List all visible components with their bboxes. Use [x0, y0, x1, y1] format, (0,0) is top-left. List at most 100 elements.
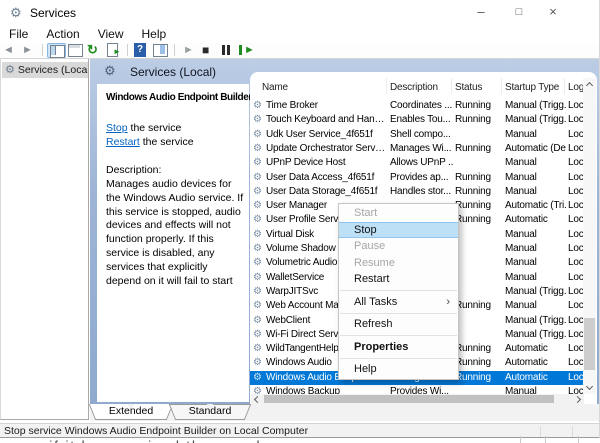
start-service-icon[interactable] — [179, 43, 198, 58]
logon-cell: Loc — [568, 142, 584, 156]
back-icon[interactable] — [0, 43, 19, 58]
vertical-scrollbar[interactable] — [583, 78, 596, 394]
scroll-down-icon[interactable] — [586, 383, 593, 390]
column-header-startup-type[interactable]: Startup Type — [505, 82, 565, 93]
tab-standard[interactable]: Standard — [172, 404, 248, 420]
refresh-icon[interactable] — [85, 43, 104, 58]
menu-bar: FileActionViewHelp — [0, 25, 600, 43]
restart-service-icon[interactable] — [236, 43, 255, 58]
status-cell: Running — [455, 356, 500, 370]
service-gear-icon: ⚙ — [253, 371, 262, 385]
column-divider[interactable] — [564, 78, 565, 94]
context-menu-restart[interactable]: Restart — [339, 271, 458, 288]
pause-service-icon[interactable] — [217, 43, 236, 58]
logon-cell: Loc — [568, 99, 584, 113]
column-header-description[interactable]: Description — [390, 82, 450, 93]
restart-service-line: Restart the service — [106, 136, 194, 148]
show-action-pane-icon[interactable] — [151, 43, 170, 58]
service-gear-icon: ⚙ — [253, 185, 262, 199]
status-bar-divider — [540, 426, 541, 437]
column-divider[interactable] — [501, 78, 502, 94]
context-menu-resume[interactable]: Resume — [339, 255, 458, 272]
service-gear-icon: ⚙ — [253, 342, 262, 356]
status-cell: Running — [455, 185, 500, 199]
startup-cell: Manual (Trigg... — [505, 314, 566, 328]
restart-service-link[interactable]: Restart — [106, 136, 140, 148]
horizontal-scrollbar[interactable] — [251, 394, 584, 404]
close-button[interactable]: × — [538, 2, 568, 22]
logon-cell: Loc — [568, 185, 584, 199]
service-row-update-orchestrator-service[interactable]: ⚙Update Orchestrator ServiceManages Wi..… — [250, 142, 584, 156]
service-row-user-data-storage-4f651f[interactable]: ⚙User Data Storage_4f651fHandles stor...… — [250, 185, 584, 199]
toolbar-separator — [127, 44, 128, 56]
column-header-status[interactable]: Status — [455, 82, 500, 93]
column-divider[interactable] — [451, 78, 452, 94]
scroll-up-icon[interactable] — [586, 82, 593, 89]
context-menu-stop[interactable]: Stop — [339, 222, 458, 239]
tab-label: Extended — [92, 405, 170, 417]
menu-action[interactable]: Action — [37, 25, 88, 43]
startup-cell: Manual — [505, 228, 566, 242]
startup-cell: Manual (Trigg... — [505, 99, 566, 113]
service-row-udk-user-service-4f651f[interactable]: ⚙Udk User Service_4f651fShell compo...Ma… — [250, 128, 584, 142]
context-menu-item-label: Start — [354, 207, 377, 219]
context-menu-item-label: Properties — [354, 341, 408, 353]
name-cell: User Data Storage_4f651f — [266, 185, 386, 199]
startup-cell: Manual (Trigg... — [505, 113, 566, 127]
context-menu-properties[interactable]: Properties — [339, 339, 458, 356]
service-gear-icon: ⚙ — [253, 242, 262, 256]
service-row-time-broker[interactable]: ⚙Time BrokerCoordinates ...RunningManual… — [250, 99, 584, 113]
service-gear-icon: ⚙ — [253, 314, 262, 328]
logon-cell: Loc — [568, 328, 584, 342]
forward-icon[interactable] — [19, 43, 38, 58]
menu-help[interactable]: Help — [133, 25, 176, 43]
help-icon[interactable] — [132, 43, 151, 58]
maximize-button[interactable]: □ — [504, 2, 534, 22]
minimize-button[interactable]: – — [466, 2, 496, 22]
context-menu-pause[interactable]: Pause — [339, 238, 458, 255]
service-row-user-data-access-4f651f[interactable]: ⚙User Data Access_4f651fProvides ap...Ru… — [250, 171, 584, 185]
show-console-tree-icon[interactable] — [47, 43, 66, 58]
logon-cell: Loc — [568, 128, 584, 142]
logon-cell: Loc — [568, 242, 584, 256]
context-menu-start[interactable]: Start — [339, 205, 458, 222]
properties-window-icon[interactable] — [66, 43, 85, 58]
export-list-icon[interactable] — [104, 43, 123, 58]
status-cell: Running — [455, 371, 500, 385]
stop-service-icon[interactable] — [198, 43, 217, 58]
menu-file[interactable]: File — [0, 25, 37, 43]
logon-cell: Loc — [568, 199, 584, 213]
logon-cell: Loc — [568, 156, 584, 170]
service-row-touch-keyboard-and-handw[interactable]: ⚙Touch Keyboard and Handw...Enables Tou.… — [250, 113, 584, 127]
startup-cell: Manual — [505, 271, 566, 285]
scroll-left-icon[interactable] — [254, 396, 261, 403]
menu-view[interactable]: View — [89, 25, 133, 43]
context-menu-refresh[interactable]: Refresh — [339, 316, 458, 333]
context-menu-all-tasks[interactable]: All Tasks› — [339, 294, 458, 311]
title-bar[interactable]: ⚙ Services – □ × — [0, 0, 600, 26]
background-page-strip: e see if it has regained the sound — [0, 438, 600, 443]
column-header-name[interactable]: Name — [262, 82, 382, 93]
logon-cell: Loc — [568, 371, 584, 385]
service-row-upnp-device-host[interactable]: ⚙UPnP Device HostAllows UPnP ...ManualLo… — [250, 156, 584, 170]
scroll-right-icon[interactable] — [574, 396, 581, 403]
column-header-log-on-as[interactable]: Log On As — [568, 82, 583, 93]
stop-service-link[interactable]: Stop — [106, 122, 128, 134]
vertical-scrollbar-thumb[interactable] — [584, 318, 595, 370]
column-divider[interactable] — [386, 78, 387, 94]
context-menu-help[interactable]: Help — [339, 361, 458, 378]
service-gear-icon: ⚙ — [253, 142, 262, 156]
description-label: Description: — [106, 164, 161, 176]
context-menu-separator — [340, 290, 457, 291]
name-cell: UPnP Device Host — [266, 156, 386, 170]
startup-cell: Automatic — [505, 356, 566, 370]
tab-strip: ExtendedStandard — [90, 404, 600, 421]
context-menu-separator — [340, 313, 457, 314]
name-cell: Touch Keyboard and Handw... — [266, 113, 386, 127]
tree-item-services-local[interactable]: ⚙Services (Local) — [2, 62, 88, 78]
tab-extended[interactable]: Extended — [92, 404, 170, 420]
horizontal-scrollbar-thumb[interactable] — [264, 395, 554, 403]
service-gear-icon: ⚙ — [253, 271, 262, 285]
logon-cell: Loc — [568, 113, 584, 127]
status-cell: Running — [455, 99, 500, 113]
